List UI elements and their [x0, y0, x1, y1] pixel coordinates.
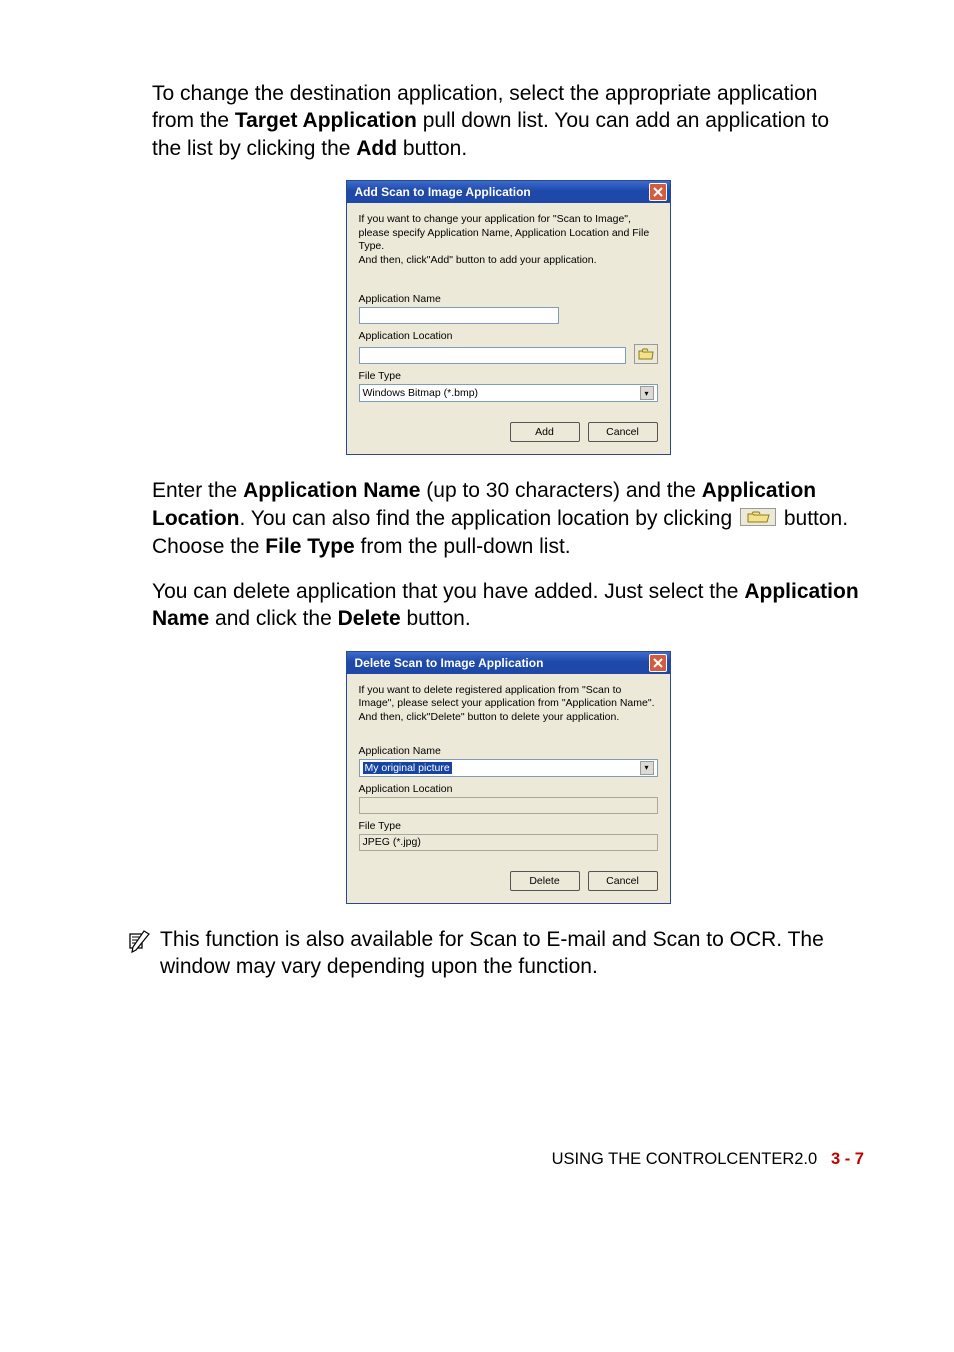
app-location-input[interactable] — [359, 347, 626, 364]
close-icon[interactable] — [649, 654, 667, 672]
delete-dialog-title: Delete Scan to Image Application — [347, 656, 544, 670]
add-dialog: Add Scan to Image Application If you wan… — [346, 180, 671, 456]
label-app-name: Application Name — [359, 293, 658, 305]
label-file-type: File Type — [359, 820, 658, 832]
cancel-button[interactable]: Cancel — [588, 871, 658, 891]
cancel-button[interactable]: Cancel — [588, 422, 658, 442]
chevron-down-icon: ▾ — [640, 386, 654, 400]
note-text: This function is also available for Scan… — [160, 926, 864, 981]
label-file-type: File Type — [359, 370, 658, 382]
delete-dialog-titlebar: Delete Scan to Image Application — [347, 652, 670, 674]
app-name-input[interactable] — [359, 307, 559, 324]
add-button[interactable]: Add — [510, 422, 580, 442]
label-app-name: Application Name — [359, 745, 658, 757]
browse-button[interactable] — [634, 344, 658, 364]
page-footer: USING THE CONTROLCENTER2.0 3 - 7 — [152, 1150, 864, 1169]
add-dialog-titlebar: Add Scan to Image Application — [347, 181, 670, 203]
add-dialog-title: Add Scan to Image Application — [347, 185, 531, 199]
chevron-down-icon: ▾ — [640, 761, 654, 775]
file-type-readonly: JPEG (*.jpg) — [359, 834, 658, 851]
paragraph-3: You can delete application that you have… — [152, 578, 864, 633]
close-icon[interactable] — [649, 183, 667, 201]
label-app-location: Application Location — [359, 783, 658, 795]
label-app-location: Application Location — [359, 330, 658, 342]
delete-dialog-instructions: If you want to delete registered applica… — [359, 684, 658, 725]
folder-icon — [740, 506, 776, 533]
delete-dialog: Delete Scan to Image Application If you … — [346, 651, 671, 904]
paragraph-2: Enter the Application Name (up to 30 cha… — [152, 477, 864, 560]
add-dialog-instructions: If you want to change your application f… — [359, 213, 658, 268]
app-name-select[interactable]: My original picture ▾ — [359, 759, 658, 777]
app-location-readonly — [359, 797, 658, 814]
file-type-select[interactable]: Windows Bitmap (*.bmp) ▾ — [359, 384, 658, 402]
note-icon — [126, 928, 152, 959]
paragraph-1: To change the destination application, s… — [152, 80, 864, 162]
delete-button[interactable]: Delete — [510, 871, 580, 891]
